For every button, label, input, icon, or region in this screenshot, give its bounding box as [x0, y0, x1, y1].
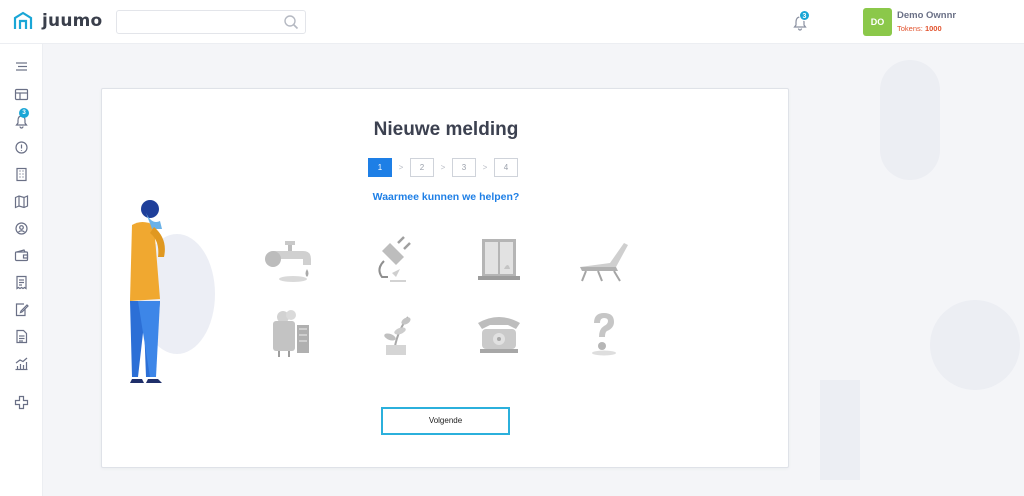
step-indicator: 1 > 2 > 3 > 4 [368, 158, 518, 177]
plant-icon [384, 316, 411, 355]
option-window[interactable] [464, 231, 534, 287]
building-icon[interactable] [12, 165, 30, 183]
step-2[interactable]: 2 [410, 158, 434, 177]
option-heating[interactable] [255, 305, 325, 361]
background-pattern [820, 380, 860, 480]
avatar[interactable]: DO [863, 8, 892, 36]
step-separator: > [398, 163, 404, 172]
option-outdoor[interactable] [568, 231, 638, 287]
tokens-info: Tokens: 1000 [897, 24, 942, 33]
juumo-logo-icon [13, 11, 33, 29]
question-text: Waarmee kunnen we helpen? [372, 191, 520, 203]
option-communication[interactable] [464, 305, 534, 361]
sidebar-notification-badge: 3 [19, 108, 29, 118]
dashboard-icon[interactable] [12, 85, 30, 103]
invoice-icon[interactable] [12, 273, 30, 291]
option-garden[interactable] [360, 305, 430, 361]
person-thinking-illustration [130, 200, 215, 383]
step-3[interactable]: 3 [452, 158, 476, 177]
document-icon[interactable] [12, 327, 30, 345]
lounge-chair-icon [580, 243, 628, 282]
contacts-icon[interactable] [12, 219, 30, 237]
background-pattern [880, 60, 940, 180]
option-water[interactable] [255, 231, 325, 287]
notification-count-badge: 3 [799, 10, 810, 21]
plus-icon[interactable] [12, 393, 30, 411]
search-icon[interactable] [283, 14, 299, 30]
sidebar: 3 [0, 44, 43, 496]
plug-icon [378, 236, 411, 282]
map-icon[interactable] [12, 192, 30, 210]
tokens-value: 1000 [924, 24, 942, 33]
user-name[interactable]: Demo Ownnr [897, 10, 956, 21]
window-icon [478, 239, 520, 280]
search-input[interactable] [116, 10, 306, 34]
step-separator: > [440, 163, 446, 172]
question-mark-icon [592, 313, 616, 356]
tokens-label: Tokens: [897, 24, 923, 33]
faucet-icon [265, 241, 311, 282]
step-1[interactable]: 1 [368, 158, 392, 177]
boiler-icon [273, 310, 309, 357]
background-pattern [930, 300, 1020, 390]
option-electricity[interactable] [360, 231, 430, 287]
menu-icon[interactable] [12, 57, 30, 75]
logo-text: juumo [42, 11, 103, 31]
next-button[interactable]: Volgende [381, 407, 510, 435]
logo[interactable]: juumo [12, 10, 102, 32]
alert-icon[interactable] [12, 138, 30, 156]
edit-document-icon[interactable] [12, 300, 30, 318]
new-report-modal: Nieuwe melding 1 > 2 > 3 > 4 Waarmee kun… [101, 88, 789, 468]
modal-title: Nieuwe melding [373, 119, 519, 140]
chart-icon[interactable] [12, 354, 30, 372]
telephone-icon [478, 317, 520, 353]
step-separator: > [482, 163, 488, 172]
wallet-icon[interactable] [12, 246, 30, 264]
top-bar: juumo 3 DO Demo Ownnr Tokens: 1000 [0, 0, 1024, 44]
step-4[interactable]: 4 [494, 158, 518, 177]
option-other[interactable] [568, 305, 638, 361]
